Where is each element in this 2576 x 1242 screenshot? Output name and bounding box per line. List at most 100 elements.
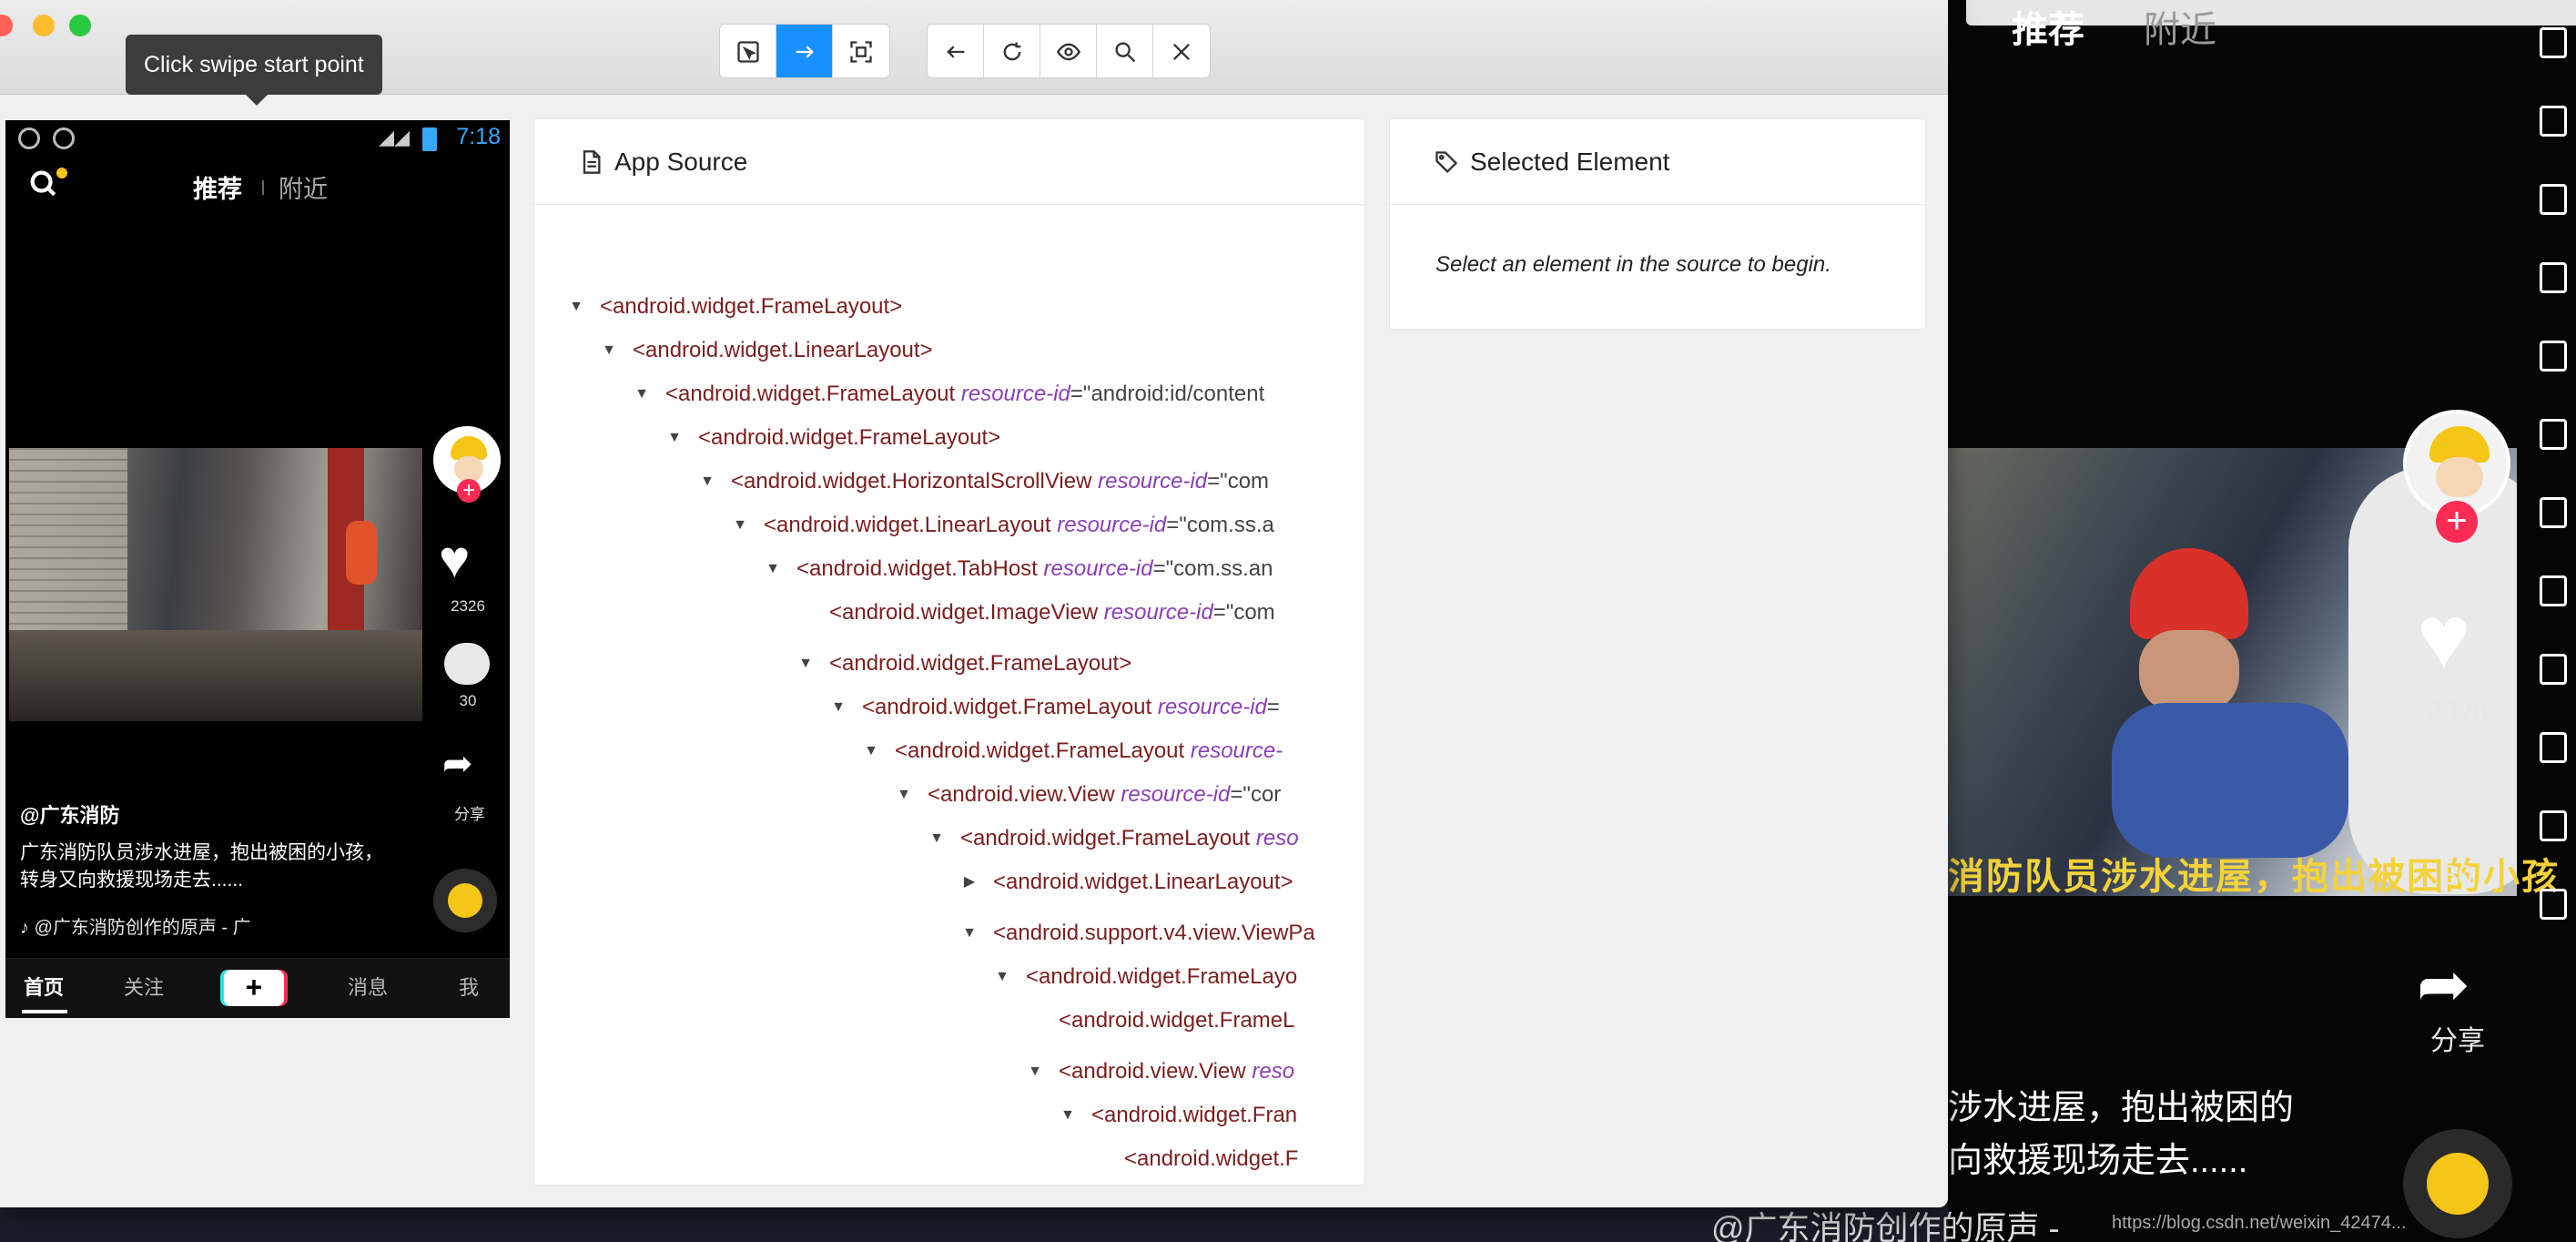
background-music-disc — [2403, 1129, 2512, 1238]
refresh-icon — [1003, 42, 1020, 61]
node-tag: <android.view.View — [1059, 1059, 1246, 1084]
caret-down-icon[interactable]: ▼ — [796, 646, 815, 682]
node-tag: <android.widget.FrameLayout — [960, 826, 1251, 850]
node-attribute-name: resource-id — [1103, 600, 1213, 625]
caret-down-icon[interactable]: ▼ — [1026, 1054, 1044, 1090]
source-tree-node[interactable]: ▼ <android.widget.FrameLayout resource- — [862, 733, 1334, 769]
music-title-text: @广东消防创作的原声 - 广 — [34, 918, 251, 938]
app-source-panel: App Source ▼ <android.widget.FrameLayout>… — [533, 118, 1365, 1186]
window-maximize-button[interactable] — [69, 15, 91, 36]
source-tree-node[interactable]: ▼ <android.widget.FrameLayout resource-id… — [829, 689, 1334, 726]
node-attribute-value: ="com.ss.a — [1166, 513, 1274, 537]
search-icon — [1115, 42, 1135, 63]
quit-button[interactable] — [1153, 25, 1210, 77]
source-tree-node[interactable]: ▼ <android.view.View reso — [1026, 1054, 1334, 1090]
caret-down-icon[interactable]: ▼ — [993, 959, 1011, 995]
source-tree-label: <android.widget.FrameLayout reso — [960, 820, 1299, 857]
node-tag: <android.widget.FrameLayout> — [600, 294, 903, 319]
nav-home[interactable]: 首页 — [24, 972, 64, 1001]
source-tree-node[interactable]: ▼ <android.widget.FrameLayout> — [665, 420, 1334, 456]
caret-right-icon[interactable]: ▶ — [960, 864, 979, 901]
caret-down-icon[interactable]: ▼ — [829, 689, 847, 726]
appium-inspector-window: ◢◢ 7:18 推荐 附近 + ♥ 2326 30 ➦ 分享 @广东消防 广东消… — [0, 0, 1948, 1207]
caret-down-icon[interactable]: ▼ — [633, 376, 651, 412]
caret-down-icon[interactable]: ▼ — [960, 915, 979, 952]
search-icon[interactable] — [27, 168, 58, 199]
node-tag: <android.widget.FrameL — [1059, 1008, 1295, 1033]
node-tag: <android.widget.FrameLayout — [862, 695, 1152, 719]
source-tree-label: <android.widget.FrameLayout resource-id= — [862, 689, 1280, 726]
source-tree-node[interactable]: ▼ <android.widget.FrameLayo — [993, 959, 1334, 995]
source-tree-node[interactable]: ▼ <android.widget.LinearLayout> — [600, 332, 1334, 369]
node-attribute-value: ="com.ss.an — [1152, 556, 1273, 581]
comment-icon[interactable] — [444, 643, 490, 685]
window-close-button[interactable] — [0, 15, 13, 36]
caret-down-icon[interactable]: ▼ — [764, 551, 782, 587]
source-tree-label: <android.widget.TabHost resource-id="com… — [796, 551, 1273, 587]
caret-down-icon[interactable]: ▼ — [895, 777, 913, 813]
node-tag: <android.widget.LinearLayout> — [633, 338, 933, 362]
tab-nearby[interactable]: 附近 — [279, 169, 328, 205]
source-tree-node[interactable]: <android.widget.F — [1091, 1141, 1334, 1177]
source-tree-node[interactable]: ▼ <android.widget.LinearLayout resource-i… — [731, 507, 1334, 544]
source-tree-node[interactable]: ▼ <android.widget.TabHost resource-id="co… — [764, 551, 1334, 587]
source-tree-label: <android.widget.ImageView resource-id="c… — [829, 595, 1275, 631]
background-side-icons — [2540, 27, 2576, 967]
tab-separator — [262, 180, 264, 195]
select-element-button[interactable] — [720, 25, 776, 77]
caret-down-icon[interactable]: ▼ — [1059, 1097, 1077, 1134]
nav-me[interactable]: 我 — [459, 972, 479, 1001]
source-tree-node[interactable]: ▼ <android.widget.HorizontalScrollView re… — [698, 463, 1334, 500]
music-title[interactable]: ♪ @广东消防创作的原声 - 广 — [20, 912, 251, 939]
back-button[interactable] — [928, 25, 984, 77]
nav-messages[interactable]: 消息 — [348, 972, 388, 1001]
source-tree-node[interactable]: ▼ <android.widget.FrameLayout> — [796, 646, 1334, 682]
caret-down-icon[interactable]: ▼ — [600, 332, 618, 369]
firefighter-helmet — [2130, 548, 2248, 639]
notification-dot — [56, 168, 67, 178]
node-tag: <android.view.View — [928, 782, 1115, 807]
caret-down-icon[interactable]: ▼ — [567, 289, 585, 325]
source-tree-node[interactable]: ▼ <android.widget.FrameLayout reso — [928, 820, 1334, 857]
background-watermark: https://blog.csdn.net/weixin_42474... — [2112, 1213, 2407, 1233]
source-tree-node[interactable]: ▼ <android.widget.Fran — [1059, 1097, 1334, 1134]
swipe-button[interactable] — [776, 25, 833, 77]
background-comment-count: 30 — [2442, 860, 2473, 891]
author-name[interactable]: @广东消防 — [20, 799, 119, 829]
source-tree-node[interactable]: <android.widget.ImageView resource-id="c… — [796, 595, 1334, 631]
caret-down-icon[interactable]: ▼ — [698, 463, 716, 500]
source-tree-node[interactable]: ▼ <android.view.View resource-id="cor — [895, 777, 1334, 813]
tap-coordinates-button[interactable] — [833, 25, 889, 77]
window-minimize-button[interactable] — [33, 15, 55, 36]
nav-add-button[interactable]: + — [224, 970, 284, 1006]
node-tag: <android.widget.LinearLayout — [764, 513, 1051, 537]
show-element-button[interactable] — [1040, 25, 1097, 77]
caret-down-icon[interactable]: ▼ — [928, 820, 946, 857]
tab-recommend[interactable]: 推荐 — [193, 169, 242, 205]
share-icon[interactable]: ➦ — [442, 743, 473, 785]
follow-plus-icon[interactable]: + — [457, 479, 481, 503]
selected-element-placeholder: Select an element in the source to begin… — [1435, 252, 1831, 277]
source-tree-label: <android.view.View reso — [1059, 1054, 1294, 1090]
source-tree-node[interactable]: <android.widget.FrameL — [1026, 1003, 1334, 1039]
source-tree-node[interactable]: ▼ <android.widget.FrameLayout resource-id… — [633, 376, 1334, 412]
source-tree-node[interactable]: ▶ <android.widget.LinearLayout> — [960, 864, 1334, 901]
background-caption: 涉水进屋，抱出被困的 向救援现场走去...... — [1948, 1082, 2294, 1187]
source-tree-label: <android.widget.FrameLayo — [1026, 959, 1297, 995]
search-button[interactable] — [1097, 25, 1153, 77]
refresh-button[interactable] — [984, 25, 1040, 77]
source-tree-node[interactable]: ▼ <android.widget.FrameLayout> — [567, 289, 1334, 325]
heart-icon[interactable]: ♥ — [439, 534, 470, 586]
nav-follow[interactable]: 关注 — [124, 972, 164, 1001]
device-screenshot[interactable]: ◢◢ 7:18 推荐 附近 + ♥ 2326 30 ➦ 分享 @广东消防 广东消… — [5, 120, 510, 1018]
sync-icon — [18, 127, 40, 149]
caret-down-icon[interactable]: ▼ — [665, 420, 684, 456]
background-tab-recommend: 推荐 — [2012, 10, 2084, 50]
node-tag: <android.widget.FrameLayo — [1026, 964, 1298, 989]
caret-down-icon[interactable]: ▼ — [731, 507, 749, 544]
source-tree-node[interactable]: ▼ <android.support.v4.view.ViewPa — [960, 915, 1334, 952]
caret-down-icon[interactable]: ▼ — [862, 733, 880, 769]
music-disc[interactable] — [433, 869, 497, 932]
background-tab-nearby: 附近 — [2144, 10, 2216, 50]
video-frame[interactable] — [9, 448, 422, 721]
